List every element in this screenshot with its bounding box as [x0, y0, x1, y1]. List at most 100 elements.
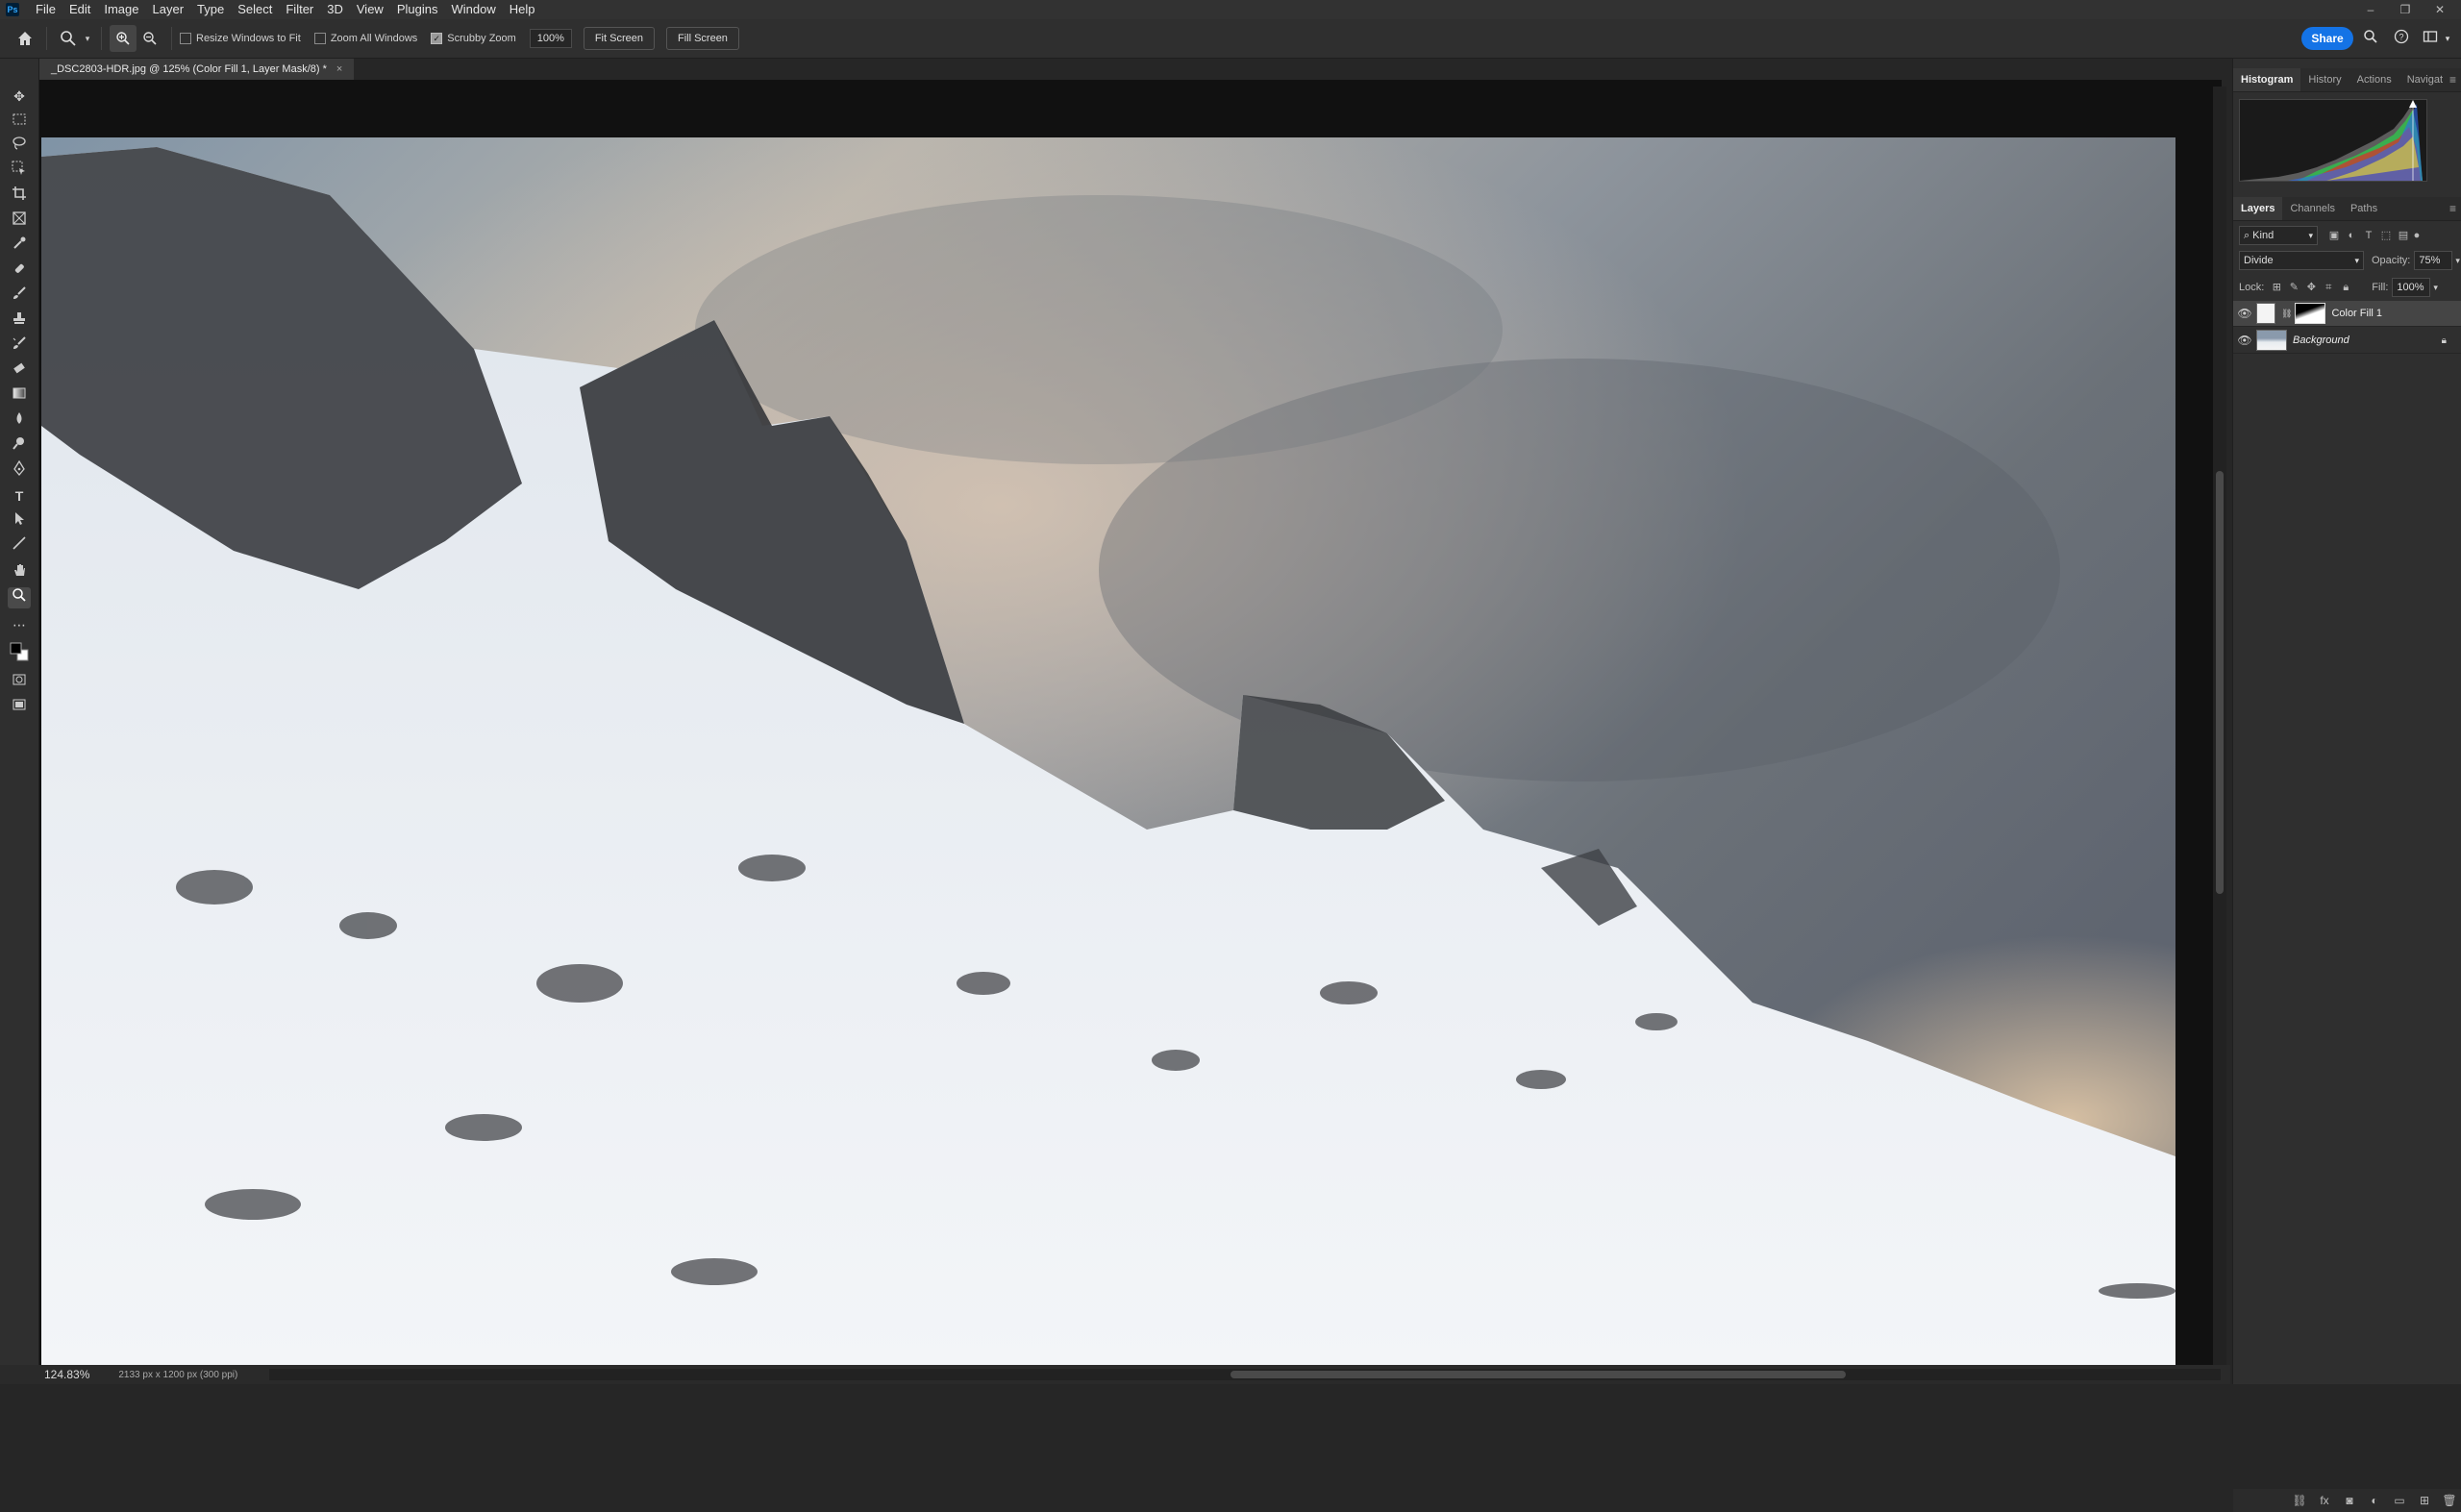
marquee-tool-icon[interactable]: [8, 111, 31, 132]
hand-tool-icon[interactable]: [8, 562, 31, 583]
new-group-icon[interactable]: ▭: [2387, 1494, 2412, 1507]
quick-mask-icon[interactable]: [8, 672, 31, 693]
filter-shape-icon[interactable]: ⬚: [2377, 227, 2395, 244]
lock-position-icon[interactable]: ✥: [2302, 279, 2320, 296]
menu-3d[interactable]: 3D: [320, 0, 350, 19]
menu-layer[interactable]: Layer: [146, 0, 191, 19]
fill-screen-button[interactable]: Fill Screen: [665, 27, 739, 50]
menu-window[interactable]: Window: [444, 0, 502, 19]
menu-view[interactable]: View: [350, 0, 390, 19]
lock-icon[interactable]: 🔒︎: [2442, 335, 2447, 346]
visibility-eye-icon[interactable]: 👁︎: [2233, 334, 2256, 347]
resize-windows-checkbox[interactable]: Resize Windows to Fit: [180, 33, 301, 44]
fx-icon[interactable]: fx: [2312, 1494, 2337, 1507]
zoom-out-icon[interactable]: [137, 25, 163, 52]
menu-select[interactable]: Select: [231, 0, 279, 19]
new-layer-icon[interactable]: ⊞: [2412, 1494, 2437, 1507]
search-icon[interactable]: [2361, 29, 2380, 48]
visibility-eye-icon[interactable]: 👁︎: [2233, 307, 2256, 320]
frame-tool-icon[interactable]: [8, 211, 31, 232]
move-tool-icon[interactable]: ✥: [8, 86, 31, 107]
background-thumbnail[interactable]: [2256, 330, 2287, 351]
tab-channels[interactable]: Channels: [2282, 197, 2342, 220]
layer-filter-select[interactable]: ⌕ Kind ▾: [2239, 226, 2318, 245]
tab-paths[interactable]: Paths: [2343, 197, 2385, 220]
eyedropper-tool-icon[interactable]: [8, 235, 31, 257]
lock-artboard-icon[interactable]: ⌗: [2320, 279, 2337, 296]
scrubby-zoom-checkbox[interactable]: ✓ Scrubby Zoom: [431, 33, 516, 44]
color-fill-thumbnail[interactable]: [2256, 303, 2275, 324]
zoom-in-icon[interactable]: [110, 25, 137, 52]
adjustment-layer-icon[interactable]: ◐: [2362, 1494, 2387, 1507]
tab-history[interactable]: History: [2300, 68, 2349, 91]
lock-transparent-icon[interactable]: ⊞: [2268, 279, 2285, 296]
document-tab[interactable]: _DSC2803-HDR.jpg @ 125% (Color Fill 1, L…: [39, 59, 355, 80]
menu-plugins[interactable]: Plugins: [390, 0, 445, 19]
chevron-down-icon[interactable]: ▾: [2442, 29, 2453, 48]
tab-histogram[interactable]: Histogram: [2233, 68, 2301, 91]
lasso-tool-icon[interactable]: [8, 136, 31, 157]
close-icon[interactable]: ×: [336, 59, 342, 80]
horizontal-scroll-thumb[interactable]: [1230, 1371, 1846, 1378]
help-icon[interactable]: ?: [2392, 29, 2411, 48]
eraser-tool-icon[interactable]: [8, 360, 31, 382]
zoom-tool-icon[interactable]: [8, 587, 31, 608]
restore-button[interactable]: ❐: [2388, 0, 2423, 19]
panel-menu-icon[interactable]: ≡: [2449, 73, 2456, 87]
horizontal-scrollbar[interactable]: [269, 1369, 2221, 1380]
canvas-area[interactable]: [39, 80, 2222, 1365]
menu-type[interactable]: Type: [190, 0, 231, 19]
pen-tool-icon[interactable]: [8, 459, 31, 482]
zoom-tool-preset-icon[interactable]: [55, 25, 82, 52]
filter-smartobject-icon[interactable]: ▤: [2395, 227, 2412, 244]
blend-mode-select[interactable]: Divide ▾: [2239, 251, 2364, 270]
vertical-scroll-thumb[interactable]: [2216, 471, 2224, 894]
dodge-tool-icon[interactable]: [8, 435, 31, 457]
link-icon[interactable]: ⛓︎: [2281, 309, 2292, 319]
filter-type-icon[interactable]: T: [2360, 227, 2377, 244]
checkbox-box-checked[interactable]: ✓: [431, 33, 443, 44]
landscape-photo[interactable]: [41, 137, 2175, 1365]
share-button[interactable]: Share: [2301, 27, 2353, 50]
workspace-icon[interactable]: [2421, 29, 2440, 48]
blur-tool-icon[interactable]: [8, 410, 31, 432]
panel-menu-icon[interactable]: ≡: [2449, 202, 2456, 215]
layer-mask-thumbnail[interactable]: [2295, 303, 2326, 324]
tab-layers[interactable]: Layers: [2233, 197, 2283, 220]
zoom-all-windows-checkbox[interactable]: Zoom All Windows: [313, 33, 417, 44]
crop-tool-icon[interactable]: [8, 186, 31, 207]
color-swatches-icon[interactable]: [8, 639, 31, 661]
fit-screen-button[interactable]: Fit Screen: [583, 27, 655, 50]
screen-mode-icon[interactable]: [8, 697, 31, 718]
delete-layer-icon[interactable]: 🗑︎: [2437, 1494, 2461, 1507]
layer-row-color-fill[interactable]: 👁︎ ⛓︎ Color Fill 1: [2233, 301, 2461, 327]
menu-image[interactable]: Image: [97, 0, 145, 19]
history-brush-tool-icon[interactable]: [8, 335, 31, 357]
lock-image-icon[interactable]: ✎: [2285, 279, 2302, 296]
line-tool-icon[interactable]: [8, 535, 31, 557]
filter-pixel-icon[interactable]: ▣: [2325, 227, 2343, 244]
menu-file[interactable]: File: [29, 0, 62, 19]
vertical-scrollbar[interactable]: [2213, 87, 2226, 1365]
zoom-readout[interactable]: 124.83%: [44, 1368, 89, 1381]
chevron-down-icon[interactable]: ▾: [2433, 283, 2438, 293]
chevron-down-icon[interactable]: ▾: [82, 25, 93, 52]
add-mask-icon[interactable]: ◙: [2337, 1494, 2362, 1507]
home-icon[interactable]: [12, 25, 38, 52]
gradient-tool-icon[interactable]: [8, 385, 31, 407]
opacity-input[interactable]: 75%: [2414, 251, 2453, 270]
layer-row-background[interactable]: 👁︎ Background 🔒︎: [2233, 328, 2461, 354]
chevron-down-icon[interactable]: ▾: [2455, 256, 2460, 266]
menu-help[interactable]: Help: [503, 0, 542, 19]
checkbox-box[interactable]: [313, 33, 326, 44]
layer-name[interactable]: Background: [2293, 335, 2349, 346]
type-tool-icon[interactable]: T: [8, 485, 31, 507]
minimize-button[interactable]: –: [2353, 0, 2388, 19]
close-window-button[interactable]: ✕: [2423, 0, 2457, 19]
tab-actions[interactable]: Actions: [2349, 68, 2399, 91]
zoom-percent-input[interactable]: 100%: [529, 29, 572, 48]
lock-all-icon[interactable]: 🔒︎: [2337, 279, 2354, 296]
healing-brush-tool-icon[interactable]: [8, 260, 31, 282]
object-select-tool-icon[interactable]: [8, 161, 31, 182]
filter-adjustment-icon[interactable]: ◐: [2343, 227, 2360, 244]
